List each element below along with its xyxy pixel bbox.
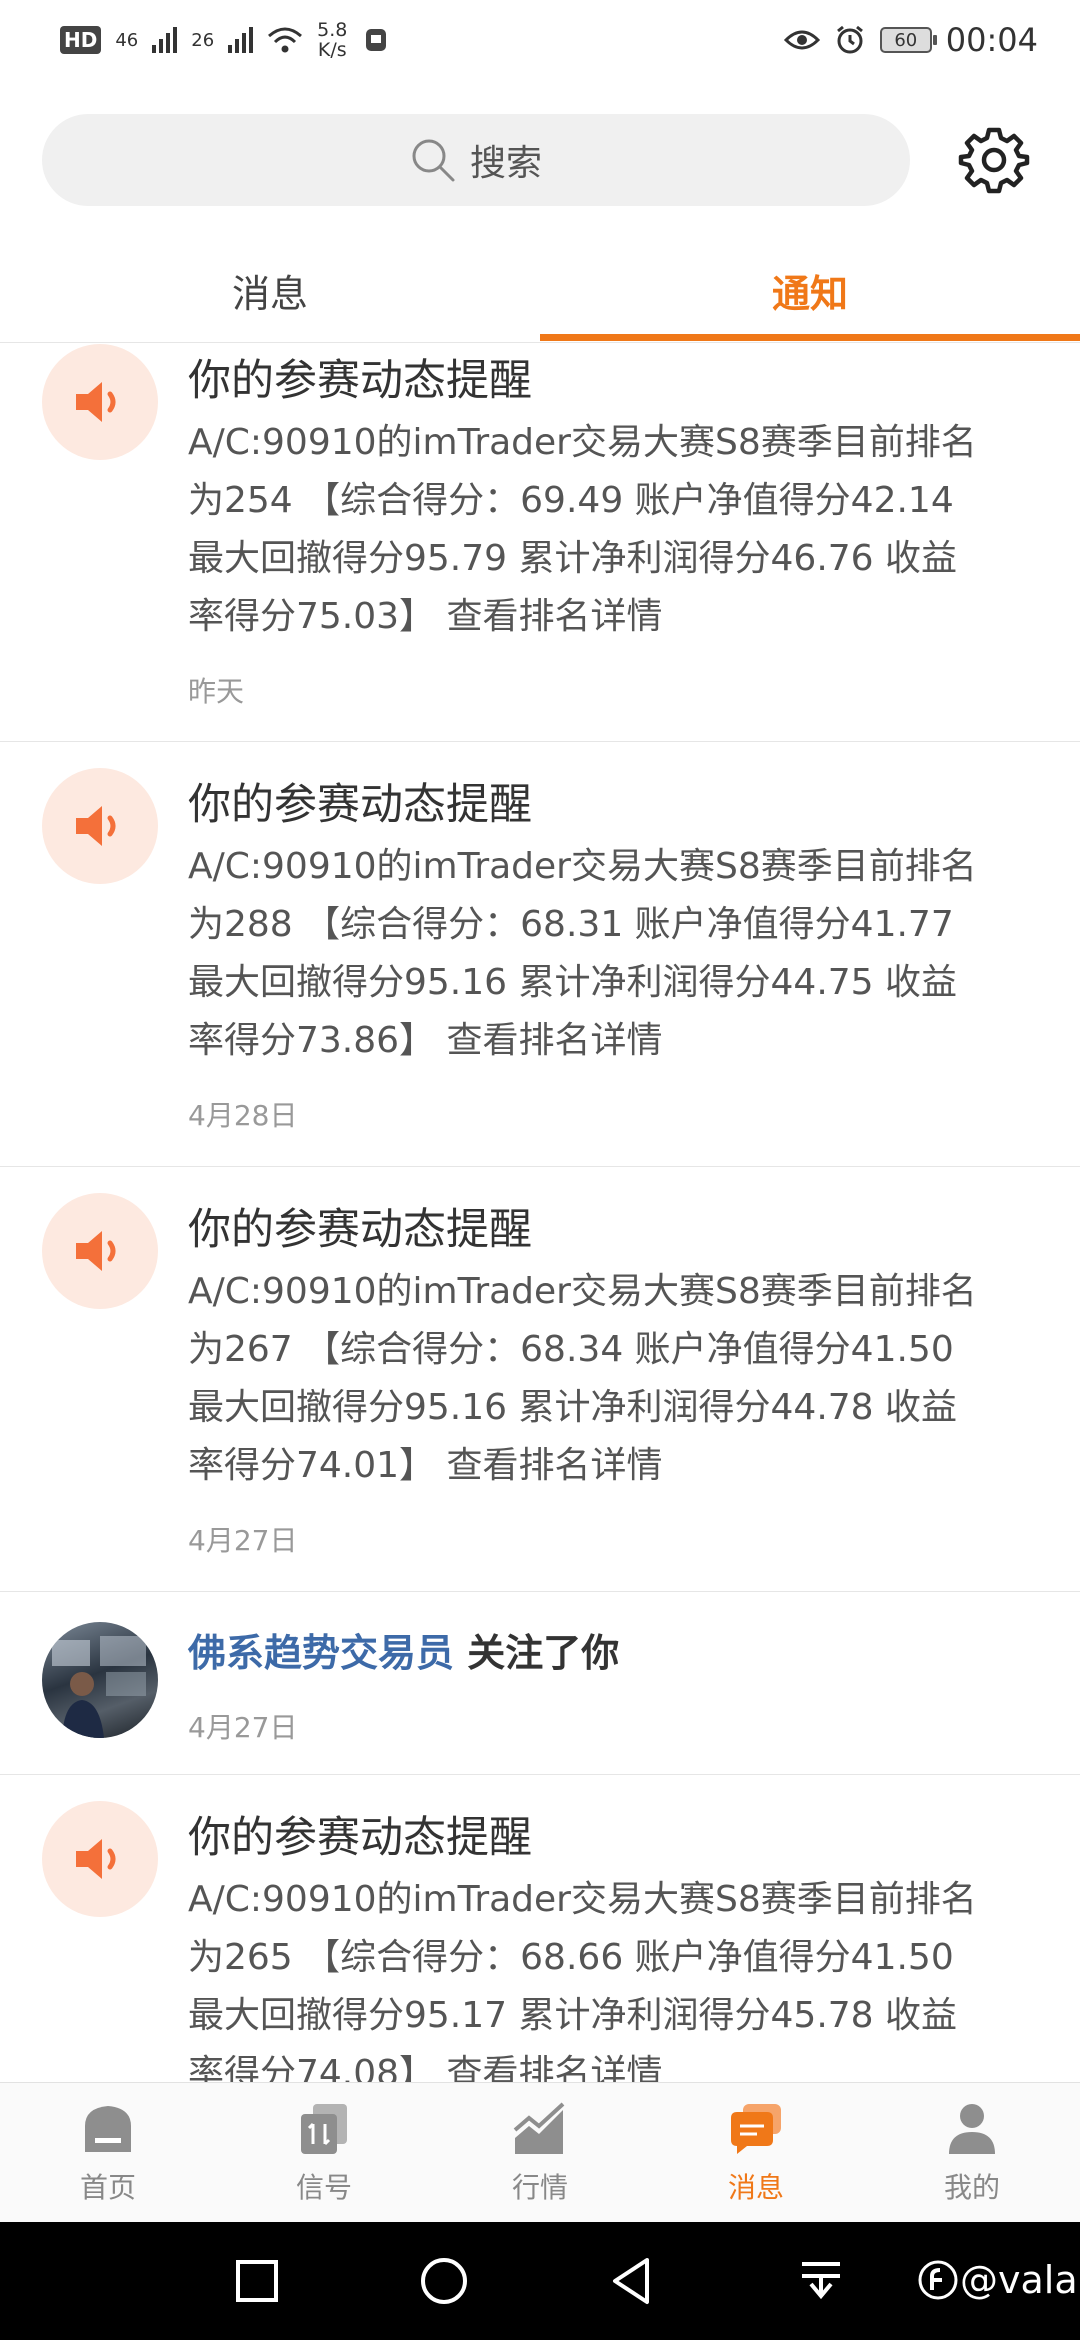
- sim2-label: 26: [191, 29, 215, 51]
- body-line: 率得分75.03】 查看排名详情: [188, 596, 663, 637]
- network-speed: 5.8 K/s: [317, 20, 347, 60]
- notification-item[interactable]: 你的参赛动态提醒 A/C:90910的imTrader交易大赛S8赛季目前排名 …: [0, 742, 1080, 1167]
- nav-market[interactable]: 行情: [432, 2083, 648, 2223]
- chat-icon: [731, 2104, 781, 2154]
- body-line: 最大回撤得分95.17 累计净利润得分45.78 收益: [188, 1995, 958, 2036]
- notification-item[interactable]: 你的参赛动态提醒 A/C:90910的imTrader交易大赛S8赛季目前排名 …: [0, 1167, 1080, 1592]
- signal-icon: [152, 27, 178, 53]
- nav-messages[interactable]: 消息: [648, 2083, 864, 2223]
- sim1-label: 46: [115, 29, 139, 51]
- notification-title: 你的参赛动态提醒: [188, 1205, 532, 1255]
- clock: 00:04: [945, 21, 1038, 59]
- tab-bar: 消息 通知: [0, 236, 1080, 344]
- speed-value: 5.8: [317, 19, 348, 41]
- follow-action: 关注了你: [467, 1631, 620, 1675]
- signal-icon: [228, 27, 254, 53]
- follow-notification-item[interactable]: 佛系趋势交易员 关注了你 4月27日: [0, 1592, 1080, 1775]
- body-line: 最大回撤得分95.16 累计净利润得分44.75 收益: [188, 962, 958, 1003]
- status-bar: HD 46 26 5.8 K/s 60 00:04: [0, 0, 1080, 80]
- nav-messages-label: 消息: [727, 2171, 784, 2204]
- watermark: @vala: [918, 2258, 1078, 2302]
- body-line: A/C:90910的imTrader交易大赛S8赛季目前排名: [188, 1879, 977, 1920]
- signal-icon: [301, 2104, 347, 2154]
- nav-profile-label: 我的: [943, 2171, 1000, 2204]
- wifi-icon: [268, 27, 303, 53]
- announcement-icon-badge: [42, 344, 158, 460]
- avatar[interactable]: [42, 1622, 158, 1738]
- home-circle-icon[interactable]: [419, 2256, 469, 2306]
- alarm-icon: [836, 25, 863, 54]
- home-icon: [85, 2106, 131, 2152]
- body-line: 率得分73.86】 查看排名详情: [188, 1020, 663, 1061]
- notification-title: 你的参赛动态提醒: [188, 356, 532, 406]
- watermark-logo-icon: [918, 2260, 958, 2300]
- speaker-icon: [76, 382, 116, 422]
- notification-date: 昨天: [188, 675, 245, 708]
- battery-icon: 60: [879, 27, 937, 53]
- announcement-icon-badge: [42, 1193, 158, 1309]
- recent-apps-icon[interactable]: [232, 2256, 282, 2306]
- body-line: A/C:90910的imTrader交易大赛S8赛季目前排名: [188, 846, 977, 887]
- notification-shade-icon[interactable]: [796, 2256, 846, 2306]
- system-navigation-bar: @vala: [0, 2222, 1080, 2340]
- body-line: 率得分74.01】 查看排名详情: [188, 1445, 663, 1486]
- notification-body[interactable]: A/C:90910的imTrader交易大赛S8赛季目前排名 为265 【综合得…: [188, 1871, 1048, 2082]
- hd-badge: HD: [60, 26, 102, 54]
- notification-list[interactable]: 你的参赛动态提醒 A/C:90910的imTrader交易大赛S8赛季目前排名 …: [0, 344, 1080, 2082]
- tab-messages[interactable]: 消息: [0, 236, 540, 344]
- notification-title: 你的参赛动态提醒: [188, 1813, 532, 1863]
- nav-market-label: 行情: [511, 2171, 568, 2204]
- nav-signal-label: 信号: [295, 2171, 352, 2204]
- search-bar[interactable]: 搜索: [42, 114, 910, 206]
- eye-icon: [783, 30, 820, 50]
- status-right: 60 00:04: [783, 21, 1038, 59]
- body-line: 为267 【综合得分：68.34 账户净值得分41.50: [188, 1329, 954, 1370]
- body-line: 最大回撤得分95.79 累计净利润得分46.76 收益: [188, 538, 958, 579]
- divider: [0, 342, 1080, 343]
- body-line: 为265 【综合得分：68.66 账户净值得分41.50: [188, 1937, 954, 1978]
- profile-icon: [949, 2104, 995, 2154]
- back-icon[interactable]: [607, 2256, 657, 2306]
- nav-signal[interactable]: 信号: [216, 2083, 432, 2223]
- notification-date: 4月27日: [188, 1524, 298, 1557]
- bottom-navigation: 首页 信号 行情 消息 我的: [0, 2082, 1080, 2223]
- notification-body[interactable]: A/C:90910的imTrader交易大赛S8赛季目前排名 为254 【综合得…: [188, 414, 1048, 646]
- body-line: 最大回撤得分95.16 累计净利润得分44.78 收益: [188, 1387, 958, 1428]
- speaker-icon: [76, 806, 116, 846]
- body-line: 率得分74.08】 查看排名详情: [188, 2053, 663, 2082]
- search-icon: [412, 139, 455, 182]
- notification-date: 4月27日: [188, 1711, 298, 1744]
- notification-item[interactable]: 你的参赛动态提醒 A/C:90910的imTrader交易大赛S8赛季目前排名 …: [0, 1775, 1080, 2082]
- notification-item[interactable]: 你的参赛动态提醒 A/C:90910的imTrader交易大赛S8赛季目前排名 …: [0, 344, 1080, 742]
- speaker-icon: [76, 1231, 116, 1271]
- nav-home[interactable]: 首页: [0, 2083, 216, 2223]
- watermark-text: @vala: [960, 2258, 1078, 2302]
- speaker-icon: [76, 1839, 116, 1879]
- announcement-icon-badge: [42, 1801, 158, 1917]
- speed-unit: K/s: [317, 39, 347, 61]
- follow-text: 佛系趋势交易员 关注了你: [188, 1622, 619, 1677]
- body-line: A/C:90910的imTrader交易大赛S8赛季目前排名: [188, 422, 977, 463]
- body-line: 为254 【综合得分：69.49 账户净值得分42.14: [188, 480, 954, 521]
- notification-date: 4月28日: [188, 1099, 298, 1132]
- nav-profile[interactable]: 我的: [864, 2083, 1080, 2223]
- notification-body[interactable]: A/C:90910的imTrader交易大赛S8赛季目前排名 为267 【综合得…: [188, 1263, 1048, 1495]
- notification-body[interactable]: A/C:90910的imTrader交易大赛S8赛季目前排名 为288 【综合得…: [188, 838, 1048, 1070]
- body-line: 为288 【综合得分：68.31 账户净值得分41.77: [188, 904, 954, 945]
- notification-title: 你的参赛动态提醒: [188, 780, 532, 830]
- nav-home-label: 首页: [79, 2171, 136, 2204]
- market-chart-icon: [513, 2102, 565, 2154]
- active-tab-indicator: [540, 334, 1080, 341]
- app-notification-icon: [366, 29, 387, 51]
- status-left: HD 46 26 5.8 K/s: [60, 20, 391, 60]
- settings-gear-icon[interactable]: [958, 124, 1030, 196]
- announcement-icon-badge: [42, 768, 158, 884]
- follower-name-link[interactable]: 佛系趋势交易员: [188, 1631, 454, 1675]
- tab-notifications[interactable]: 通知: [540, 236, 1080, 344]
- body-line: A/C:90910的imTrader交易大赛S8赛季目前排名: [188, 1271, 977, 1312]
- user-photo-icon: [52, 1636, 146, 1738]
- search-placeholder: 搜索: [469, 143, 542, 184]
